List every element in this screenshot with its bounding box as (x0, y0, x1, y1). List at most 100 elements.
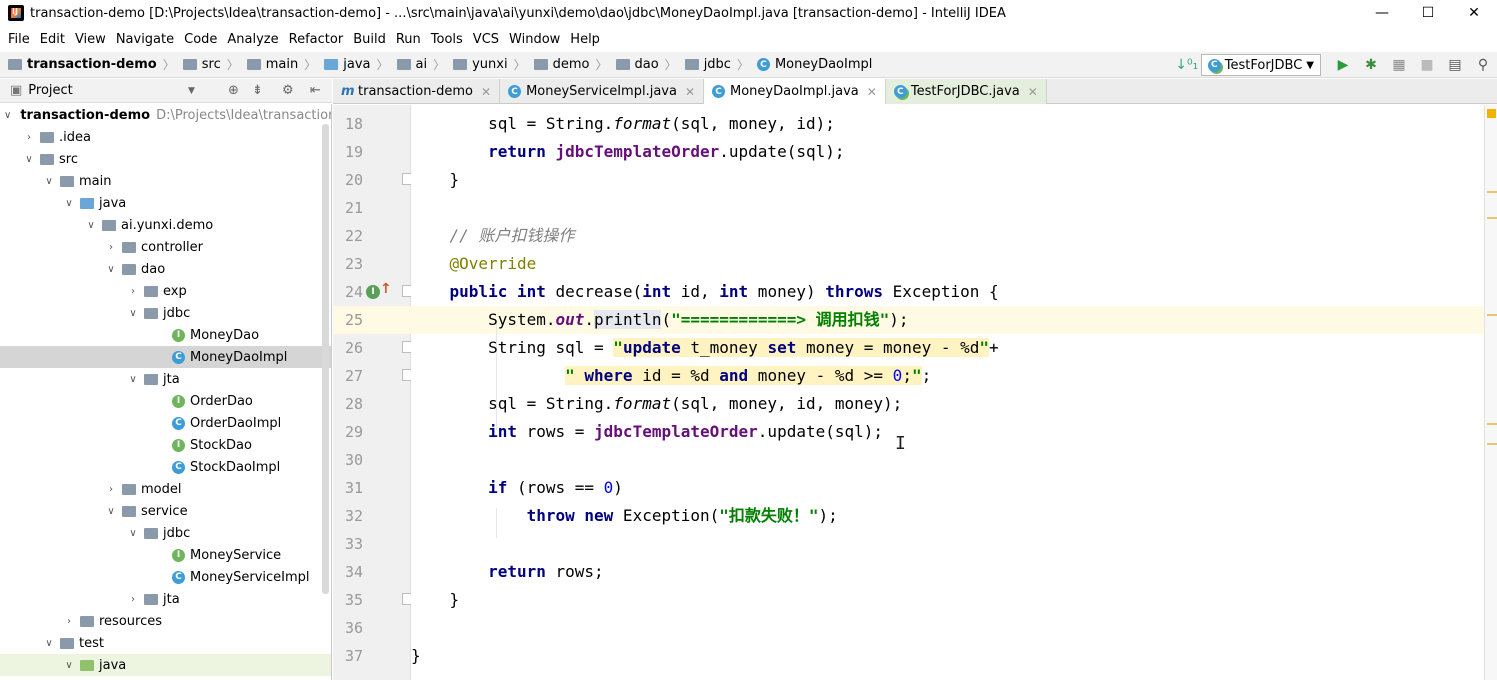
tree-item[interactable]: ∨ transaction-demo D:\Projects\Idea\transa… (0, 104, 331, 126)
chevron-right-icon[interactable]: › (22, 132, 36, 143)
menu-navigate[interactable]: Navigate (112, 32, 178, 47)
tree-item[interactable]: ∨ test (0, 632, 331, 654)
chevron-down-icon[interactable]: ∨ (126, 374, 140, 385)
sort-icon[interactable]: ↓⁰₁ (1173, 53, 1201, 77)
tree-item[interactable]: I OrderDao (0, 390, 331, 412)
tree-item[interactable]: I MoneyService (0, 544, 331, 566)
tree-item[interactable]: ∨ main (0, 170, 331, 192)
menu-refactor[interactable]: Refactor (285, 32, 348, 47)
breadcrumb-yunxi[interactable]: yunxi 〉 (445, 56, 526, 73)
close-button[interactable]: ✕ (1451, 0, 1497, 26)
tab-moneydaoimpl[interactable]: C MoneyDaoImpl.java ✕ (704, 79, 886, 104)
tree-item[interactable]: ∨ java (0, 192, 331, 214)
collapse-all-icon[interactable]: ⇟ (252, 83, 263, 98)
debug-icon[interactable]: ✱ (1357, 53, 1385, 77)
warning-marker[interactable] (1487, 191, 1497, 193)
tree-item[interactable]: ∨ jdbc (0, 302, 331, 324)
breadcrumb-src[interactable]: src 〉 (175, 56, 239, 73)
implements-method-icon[interactable]: I (366, 285, 380, 299)
chevron-down-icon[interactable]: ▼ (188, 86, 195, 96)
close-icon[interactable]: ✕ (1028, 85, 1038, 99)
tree-item[interactable]: ∨ service (0, 500, 331, 522)
stop-icon[interactable]: ■ (1413, 53, 1441, 77)
warning-marker[interactable] (1487, 217, 1497, 219)
menu-edit[interactable]: Edit (36, 32, 69, 47)
tree-item[interactable]: ∨ jdbc (0, 522, 331, 544)
hide-icon[interactable]: ⇤ (310, 83, 321, 98)
breadcrumb-moneydaoimpl[interactable]: C MoneyDaoImpl (749, 57, 872, 72)
gear-icon[interactable]: ⚙ (282, 83, 294, 98)
breadcrumb-transaction-demo[interactable]: transaction-demo 〉 (0, 56, 175, 73)
chevron-right-icon[interactable]: › (126, 594, 140, 605)
tree-item[interactable]: › model (0, 478, 331, 500)
tree-item[interactable]: ∨ src (0, 148, 331, 170)
tree-item[interactable]: C StockDaoImpl (0, 456, 331, 478)
project-structure-icon[interactable]: ▤ (1441, 53, 1469, 77)
search-icon[interactable]: ⚲ (1469, 53, 1497, 77)
warning-status-icon[interactable] (1487, 109, 1496, 118)
breadcrumb-java[interactable]: java 〉 (316, 56, 389, 73)
close-icon[interactable]: ✕ (481, 85, 491, 99)
tree-item-selected[interactable]: C MoneyDaoImpl (0, 346, 331, 368)
project-panel-title[interactable]: Project (28, 83, 72, 98)
menu-vcs[interactable]: VCS (469, 32, 503, 47)
chevron-right-icon[interactable]: › (62, 616, 76, 627)
close-icon[interactable]: ✕ (867, 85, 877, 99)
menu-file[interactable]: File (4, 32, 34, 47)
breadcrumb-jdbc[interactable]: jdbc 〉 (677, 56, 749, 73)
warning-marker[interactable] (1487, 443, 1497, 445)
menu-help[interactable]: Help (566, 32, 604, 47)
code-editor[interactable]: sql = String.format(sql, money, id); ret… (411, 105, 1484, 680)
menu-view[interactable]: View (71, 32, 110, 47)
chevron-down-icon[interactable]: ∨ (22, 154, 36, 165)
breadcrumb-main[interactable]: main 〉 (239, 56, 316, 73)
breadcrumb-ai[interactable]: ai 〉 (389, 56, 445, 73)
tree-item[interactable]: › exp (0, 280, 331, 302)
chevron-down-icon[interactable]: ∨ (62, 660, 76, 671)
tree-item[interactable]: › controller (0, 236, 331, 258)
chevron-down-icon[interactable]: ∨ (126, 528, 140, 539)
tree-item[interactable]: › resources (0, 610, 331, 632)
coverage-icon[interactable]: ▦ (1385, 53, 1413, 77)
menu-code[interactable]: Code (180, 32, 221, 47)
minimize-button[interactable]: — (1359, 0, 1405, 26)
warning-marker[interactable] (1487, 423, 1497, 425)
menu-build[interactable]: Build (349, 32, 390, 47)
chevron-right-icon[interactable]: › (126, 286, 140, 297)
menu-analyze[interactable]: Analyze (223, 32, 282, 47)
locate-icon[interactable]: ⊕ (228, 83, 239, 98)
warning-marker[interactable] (1487, 314, 1497, 316)
vertical-scrollbar[interactable] (322, 124, 329, 594)
chevron-down-icon[interactable]: ∨ (126, 308, 140, 319)
chevron-down-icon[interactable]: ∨ (104, 506, 118, 517)
tree-item[interactable]: ∨ dao (0, 258, 331, 280)
chevron-down-icon[interactable]: ∨ (104, 264, 118, 275)
chevron-down-icon[interactable]: ∨ (62, 198, 76, 209)
tree-item[interactable]: ∨ jta (0, 368, 331, 390)
breadcrumb-demo[interactable]: demo 〉 (526, 56, 608, 73)
menu-run[interactable]: Run (392, 32, 425, 47)
tree-item[interactable]: › .idea (0, 126, 331, 148)
run-configuration-select[interactable]: C TestForJDBC ▼ (1200, 54, 1321, 76)
tree-item[interactable]: C MoneyServiceImpl (0, 566, 331, 588)
arrow-up-icon[interactable]: ↑ (380, 281, 392, 297)
tree-item[interactable]: ∨ java (0, 654, 331, 676)
breadcrumb-dao[interactable]: dao 〉 (608, 56, 677, 73)
menu-tools[interactable]: Tools (427, 32, 467, 47)
chevron-down-icon[interactable]: ∨ (42, 638, 56, 649)
chevron-right-icon[interactable]: › (104, 484, 118, 495)
chevron-down-icon[interactable]: ∨ (84, 220, 98, 231)
run-icon[interactable]: ▶ (1329, 53, 1357, 77)
tree-item[interactable]: I StockDao (0, 434, 331, 456)
tree-item[interactable]: C OrderDaoImpl (0, 412, 331, 434)
tree-item[interactable]: ∨ ai.yunxi.demo (0, 214, 331, 236)
tab-transaction-demo[interactable]: m transaction-demo ✕ (333, 79, 501, 104)
error-stripe[interactable] (1484, 105, 1497, 680)
tab-moneyserviceimpl[interactable]: C MoneyServiceImpl.java ✕ (500, 79, 705, 104)
tree-item[interactable]: › jta (0, 588, 331, 610)
close-icon[interactable]: ✕ (685, 85, 695, 99)
maximize-button[interactable]: ☐ (1405, 0, 1451, 26)
tree-item[interactable]: I MoneyDao (0, 324, 331, 346)
chevron-right-icon[interactable]: › (104, 242, 118, 253)
menu-window[interactable]: Window (505, 32, 564, 47)
